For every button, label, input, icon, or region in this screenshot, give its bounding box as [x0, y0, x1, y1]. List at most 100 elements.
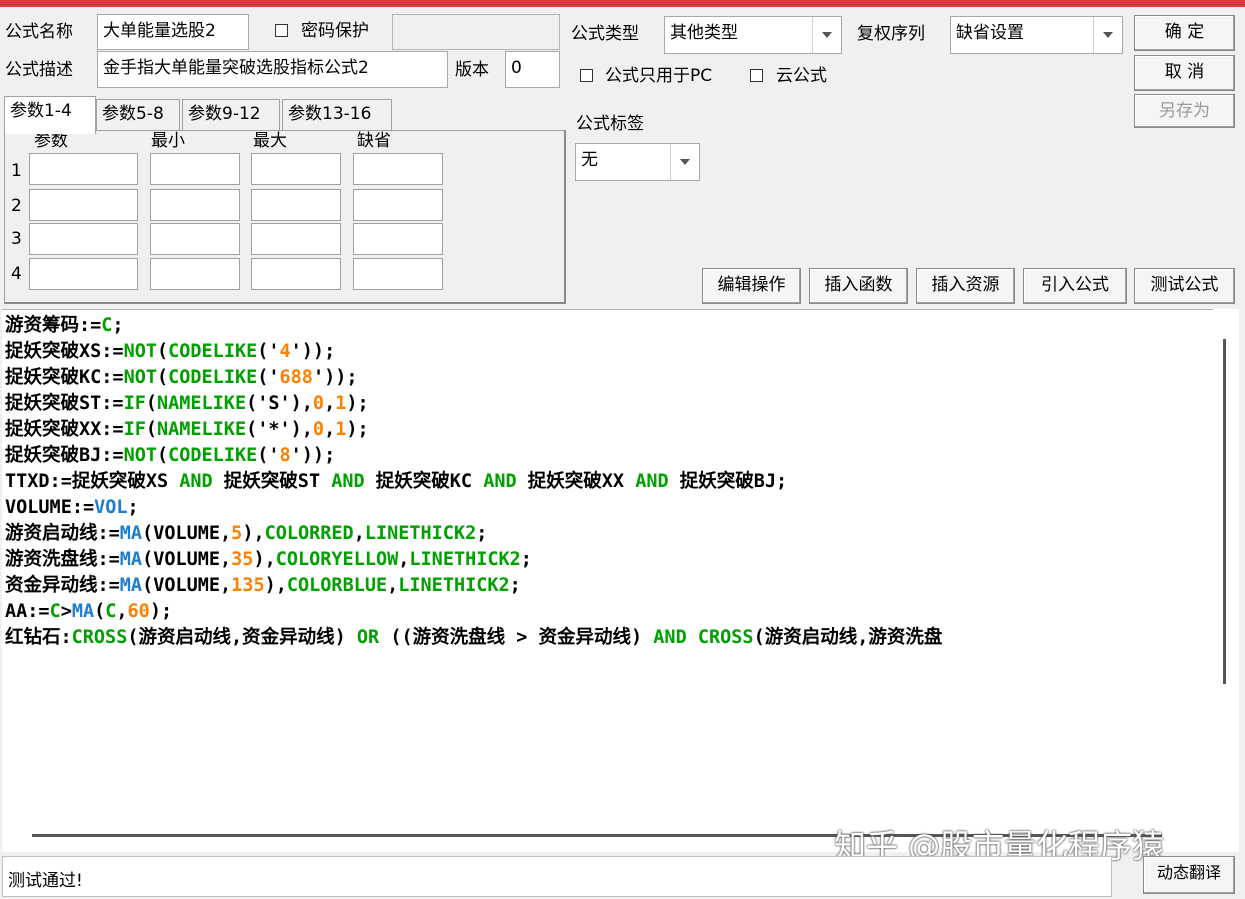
param-1-min-input[interactable] [150, 153, 240, 185]
code-token: AND [331, 471, 365, 492]
chevron-down-icon[interactable] [1093, 17, 1122, 53]
insert-function-button[interactable]: 插入函数 [809, 268, 908, 304]
restore-seq-label: 复权序列 [857, 24, 925, 44]
code-line[interactable]: AA:=C>MA(C,60); [5, 599, 942, 625]
vertical-scrollbar[interactable] [1213, 309, 1239, 823]
code-token: ); [149, 601, 173, 622]
param-col-max: 最大 [253, 131, 287, 151]
code-token: COLORYELLOW [275, 549, 399, 570]
code-token: ( [156, 341, 169, 362]
param-3-name-input[interactable] [29, 223, 138, 255]
chevron-down-icon[interactable] [812, 17, 841, 53]
password-label: 密码保护 [301, 21, 369, 41]
code-token: CODELIKE [168, 367, 258, 388]
code-token: C [105, 601, 117, 622]
code-token: 0 [312, 419, 325, 440]
param-row-num: 2 [11, 196, 22, 216]
param-3-min-input[interactable] [150, 223, 240, 255]
code-token: AND [179, 471, 213, 492]
code-token: ('*'), [246, 419, 313, 440]
code-editor[interactable]: 游资筹码:=C; 捉妖突破XS:=NOT(CODELIKE('4')); 捉妖突破K… [2, 309, 1239, 852]
code-token: 4 [279, 341, 291, 362]
formula-tag-select[interactable]: 无 [575, 143, 700, 181]
code-line[interactable]: 捉妖突破XX:=IF(NAMELIKE('*'),0,1); [5, 417, 942, 443]
formula-name-input[interactable]: 大单能量选股2 [97, 14, 249, 50]
code-line[interactable]: 游资启动线:=MA(VOLUME,5),COLORRED,LINETHICK2; [5, 521, 942, 547]
code-token: 60 [127, 601, 150, 622]
code-token: AND [653, 627, 687, 648]
formula-type-label: 公式类型 [571, 24, 639, 44]
param-3-max-input[interactable] [251, 223, 341, 255]
code-line[interactable]: 红钻石:CROSS(游资启动线,资金异动线) OR ((游资洗盘线 > 资金异动… [5, 625, 942, 651]
test-formula-button[interactable]: 测试公式 [1134, 268, 1235, 304]
chevron-down-icon[interactable] [670, 144, 699, 180]
code-token: (' [257, 367, 280, 388]
tab-params-13-16[interactable]: 参数13-16 [282, 99, 392, 131]
code-token: AND [483, 471, 517, 492]
code-token: 捉妖突破KC [364, 471, 484, 492]
param-4-min-input[interactable] [150, 258, 240, 290]
param-col-default: 缺省 [357, 131, 391, 151]
param-4-default-input[interactable] [353, 258, 443, 290]
param-1-default-input[interactable] [353, 153, 443, 185]
dynamic-translate-button[interactable]: 动态翻译 [1143, 856, 1235, 894]
code-line[interactable]: 游资洗盘线:=MA(VOLUME,35),COLORYELLOW,LINETHI… [5, 547, 942, 573]
code-token: , [116, 601, 128, 622]
code-token: 35 [231, 549, 254, 570]
tab-params-9-12[interactable]: 参数9-12 [182, 99, 280, 131]
code-token: AND [635, 471, 669, 492]
code-line[interactable]: 游资筹码:=C; [5, 313, 942, 339]
insert-resource-button[interactable]: 插入资源 [916, 268, 1015, 304]
code-line[interactable]: 捉妖突破BJ:=NOT(CODELIKE('8')); [5, 443, 942, 469]
param-2-default-input[interactable] [353, 189, 443, 221]
code-line[interactable]: 捉妖突破ST:=IF(NAMELIKE('S'),0,1); [5, 391, 942, 417]
param-col-min: 最小 [151, 131, 185, 151]
code-line[interactable]: 捉妖突破KC:=NOT(CODELIKE('688')); [5, 365, 942, 391]
formula-desc-input[interactable]: 金手指大单能量突破选股指标公式2 [97, 51, 448, 88]
code-line[interactable]: 捉妖突破XS:=NOT(CODELIKE('4')); [5, 339, 942, 365]
restore-seq-select[interactable]: 缺省设置 [950, 16, 1123, 54]
version-label: 版本 [455, 60, 489, 80]
code-token: 5 [231, 523, 243, 544]
code-token: ( [94, 601, 106, 622]
code-token: IF [123, 419, 146, 440]
code-token: (游资启动线,游资洗盘 [753, 627, 943, 648]
version-input[interactable]: 0 [505, 51, 560, 88]
param-1-max-input[interactable] [251, 153, 341, 185]
param-3-default-input[interactable] [353, 223, 443, 255]
code-token: 捉妖突破XX:= [5, 419, 124, 440]
code-token: 688 [279, 367, 313, 388]
tab-params-5-8[interactable]: 参数5-8 [96, 99, 180, 131]
ok-button[interactable]: 确 定 [1134, 15, 1235, 51]
code-token: NOT [123, 341, 157, 362]
pc-only-checkbox[interactable] [580, 69, 593, 82]
code-token: ; [509, 575, 521, 596]
param-1-name-input[interactable] [29, 153, 138, 185]
cloud-checkbox[interactable] [750, 69, 763, 82]
code-text[interactable]: 游资筹码:=C; 捉妖突破XS:=NOT(CODELIKE('4')); 捉妖突破K… [5, 313, 942, 651]
password-checkbox[interactable] [275, 24, 288, 37]
code-token: MA [119, 549, 143, 570]
code-line[interactable]: VOLUME:=VOL; [5, 495, 942, 521]
code-token: ; [112, 315, 124, 336]
code-token: ')); [312, 367, 358, 388]
code-line[interactable]: 资金异动线:=MA(VOLUME,135),COLORBLUE,LINETHIC… [5, 573, 942, 599]
code-token: 捉妖突破ST:= [5, 393, 124, 414]
code-token: ), [242, 523, 265, 544]
code-line[interactable]: TTXD:=捉妖突破XS AND 捉妖突破ST AND 捉妖突破KC AND 捉… [5, 469, 942, 495]
formula-tag-value: 无 [581, 150, 598, 170]
edit-ops-button[interactable]: 编辑操作 [702, 268, 801, 304]
formula-type-select[interactable]: 其他类型 [664, 16, 842, 54]
vertical-scroll-thumb[interactable] [1223, 339, 1226, 684]
import-formula-button[interactable]: 引入公式 [1023, 268, 1127, 304]
param-4-max-input[interactable] [251, 258, 341, 290]
cancel-button[interactable]: 取 消 [1134, 55, 1235, 91]
param-4-name-input[interactable] [29, 258, 138, 290]
formula-type-value: 其他类型 [670, 23, 738, 43]
param-2-min-input[interactable] [150, 189, 240, 221]
code-token: 红钻石: [5, 627, 72, 648]
param-2-name-input[interactable] [29, 189, 138, 221]
tab-params-1-4[interactable]: 参数1-4 [4, 96, 96, 134]
param-2-max-input[interactable] [251, 189, 341, 221]
code-token: ( [156, 367, 169, 388]
